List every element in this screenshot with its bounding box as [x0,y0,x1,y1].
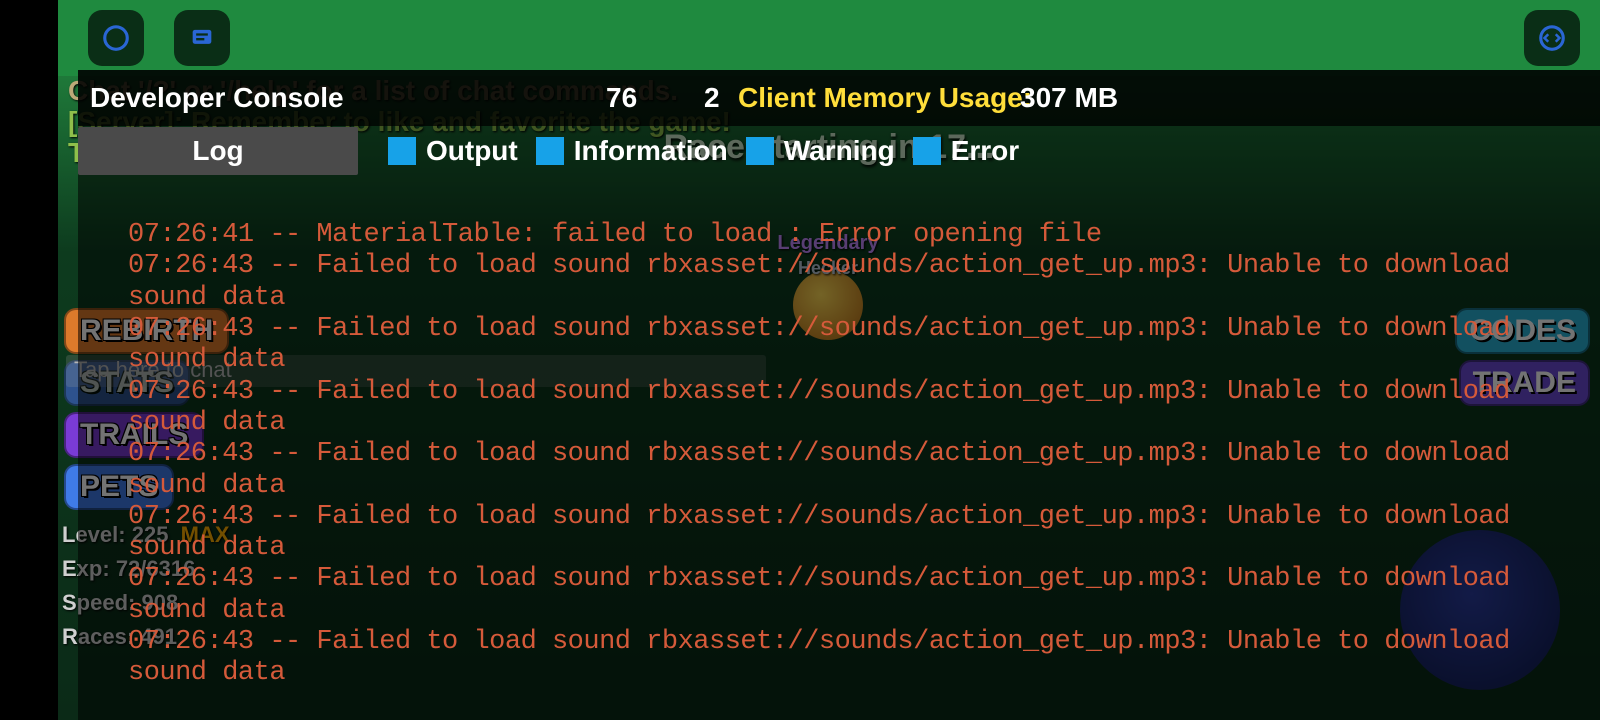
dev-icon [1537,23,1567,53]
topbar-dev-button[interactable] [1524,10,1580,66]
memory-usage-label: Client Memory Usage: [738,82,1032,114]
filter-output[interactable]: Output [388,135,518,167]
screen-root: Chat '/?' or '/help' for a list of chat … [0,0,1600,720]
dev-console-count-1: 76 [606,82,637,114]
log-entry: 07:26:43 -- Failed to load sound rbxasse… [128,627,1592,690]
log-entry: 07:26:43 -- Failed to load sound rbxasse… [128,314,1592,377]
dev-console-header: Developer Console 76 2 Client Memory Usa… [78,70,1600,126]
dev-console-count-2: 2 [704,82,720,114]
filter-warning[interactable]: Warning [746,135,895,167]
filter-error[interactable]: Error [913,135,1019,167]
checkbox-icon [746,137,774,165]
checkbox-icon [913,137,941,165]
log-entry: 07:26:41 -- MaterialTable: failed to loa… [128,220,1592,251]
tab-log[interactable]: Log [78,127,358,175]
dev-console-tabs: Log Output Information Warning Error [78,126,1600,176]
developer-console: Developer Console 76 2 Client Memory Usa… [78,70,1600,720]
chat-icon [188,24,216,52]
checkbox-icon [388,137,416,165]
topbar-chat-button[interactable] [174,10,230,66]
dev-console-title: Developer Console [90,82,344,114]
log-entry: 07:26:43 -- Failed to load sound rbxasse… [128,377,1592,440]
topbar-menu-button[interactable] [88,10,144,66]
filter-information[interactable]: Information [536,135,728,167]
memory-usage-value: 307 MB [1020,82,1118,114]
log-entry: 07:26:43 -- Failed to load sound rbxasse… [128,564,1592,627]
log-entry: 07:26:43 -- Failed to load sound rbxasse… [128,439,1592,502]
log-entry: 07:26:43 -- Failed to load sound rbxasse… [128,251,1592,314]
roblox-topbar [58,0,1600,76]
compass-icon [101,23,131,53]
checkbox-icon [536,137,564,165]
dev-console-log-output[interactable]: 07:26:41 -- MaterialTable: failed to loa… [128,220,1592,720]
log-entry: 07:26:43 -- Failed to load sound rbxasse… [128,502,1592,565]
game-viewport: Chat '/?' or '/help' for a list of chat … [58,0,1600,720]
